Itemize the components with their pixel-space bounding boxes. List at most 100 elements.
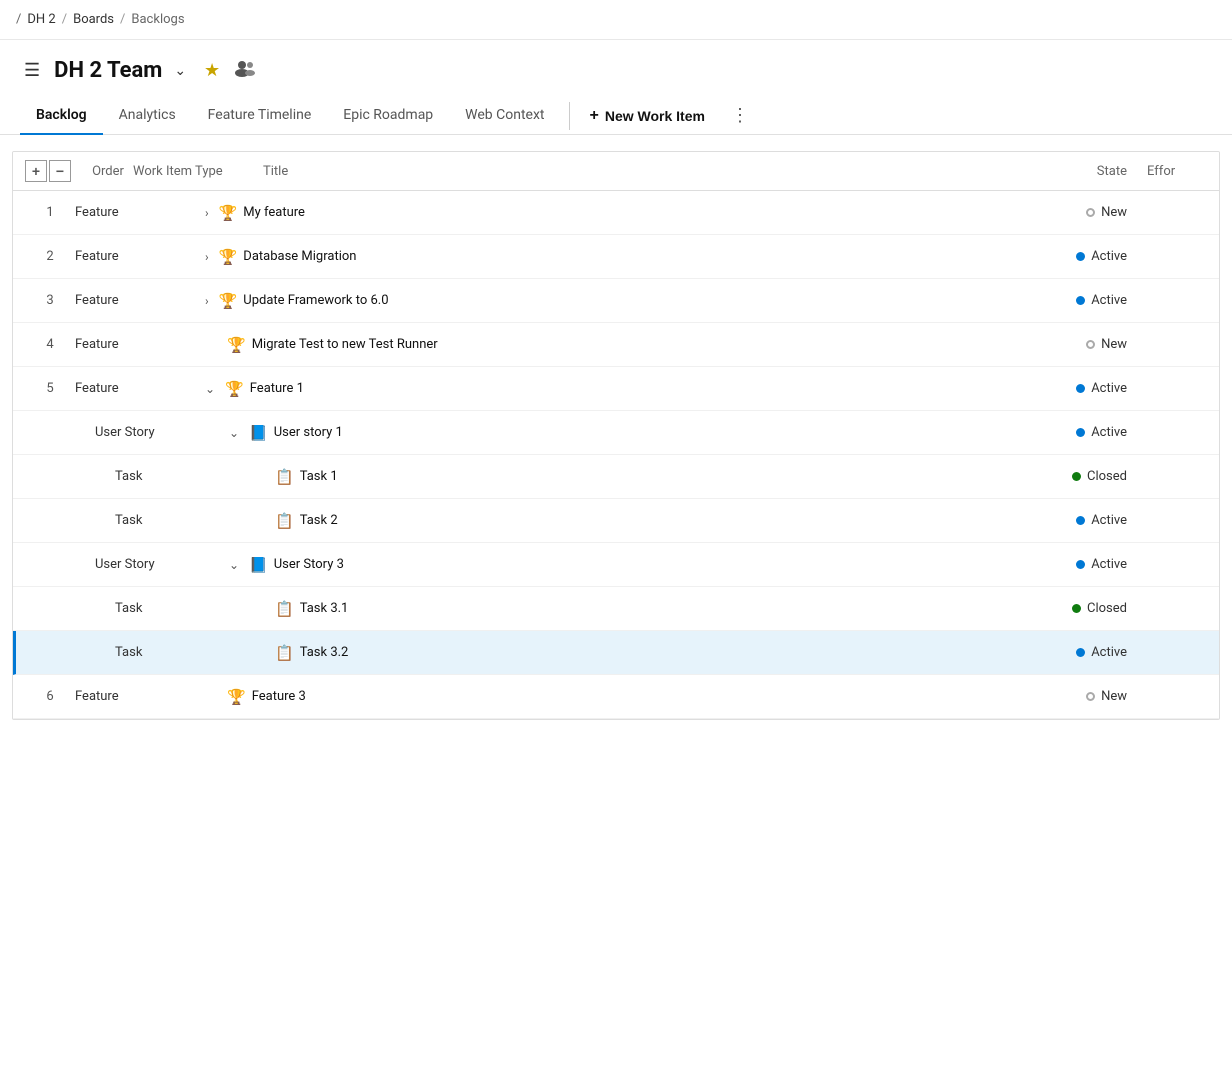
hamburger-icon[interactable]: ☰ bbox=[20, 56, 44, 85]
expand-all-button[interactable]: + bbox=[25, 160, 47, 182]
table-row[interactable]: 4 Feature 🏆 Migrate Test to new Test Run… bbox=[13, 323, 1219, 367]
cell-type: Feature bbox=[75, 337, 205, 352]
tab-web-context[interactable]: Web Context bbox=[449, 97, 560, 135]
state-dot bbox=[1076, 648, 1085, 657]
feature-icon: 🏆 bbox=[219, 248, 238, 266]
cell-state: New bbox=[1007, 205, 1147, 220]
feature-icon: 🏆 bbox=[219, 292, 238, 310]
tab-analytics[interactable]: Analytics bbox=[103, 97, 192, 135]
feature-icon: 🏆 bbox=[219, 204, 238, 222]
team-dropdown-icon[interactable]: ⌄ bbox=[174, 63, 186, 79]
state-dot bbox=[1086, 208, 1095, 217]
cell-state: Active bbox=[1007, 381, 1147, 396]
cell-title[interactable]: ⌄ 📘 User Story 3 bbox=[205, 556, 1007, 574]
cell-title[interactable]: › 🏆 Database Migration bbox=[205, 248, 1007, 266]
tab-bar: Backlog Analytics Feature Timeline Epic … bbox=[0, 97, 1232, 135]
cell-title[interactable]: › 🏆 Update Framework to 6.0 bbox=[205, 292, 1007, 310]
cell-title[interactable]: ⌄ 🏆 Feature 1 bbox=[205, 380, 1007, 398]
cell-title[interactable]: 📋 Task 2 bbox=[205, 512, 1007, 530]
more-options-icon[interactable]: ⋮ bbox=[721, 97, 759, 134]
expand-right-icon[interactable]: › bbox=[205, 294, 209, 308]
cell-title[interactable]: 📋 Task 3.2 bbox=[205, 644, 1007, 662]
breadcrumb-boards[interactable]: Boards bbox=[73, 12, 114, 27]
item-title-text: Feature 1 bbox=[250, 381, 304, 396]
new-work-item-button[interactable]: + New Work Item bbox=[578, 99, 717, 133]
cell-title[interactable]: 📋 Task 3.1 bbox=[205, 600, 1007, 618]
state-label: Active bbox=[1091, 249, 1127, 264]
tab-backlog[interactable]: Backlog bbox=[20, 97, 103, 135]
table-row[interactable]: Task 📋 Task 2 Active bbox=[13, 499, 1219, 543]
cell-title[interactable]: ⌄ 📘 User story 1 bbox=[205, 424, 1007, 442]
item-title-text: User Story 3 bbox=[274, 557, 344, 572]
cell-order: 4 bbox=[25, 337, 75, 352]
cell-title[interactable]: 📋 Task 1 bbox=[205, 468, 1007, 486]
cell-title[interactable]: › 🏆 My feature bbox=[205, 204, 1007, 222]
state-label: New bbox=[1101, 337, 1127, 352]
feature-icon: 🏆 bbox=[225, 380, 244, 398]
table-row[interactable]: Task 📋 Task 3.2 Active bbox=[13, 631, 1219, 675]
table-row[interactable]: User Story ⌄ 📘 User story 1 Active bbox=[13, 411, 1219, 455]
state-label: Active bbox=[1091, 645, 1127, 660]
breadcrumb-sep1: / bbox=[62, 12, 67, 27]
col-header-title: Title bbox=[263, 164, 1007, 179]
state-label: Closed bbox=[1087, 601, 1127, 616]
page-header: ☰ DH 2 Team ⌄ ★ bbox=[0, 40, 1232, 85]
cell-state: Active bbox=[1007, 249, 1147, 264]
team-members-icon[interactable] bbox=[234, 59, 256, 82]
tab-feature-timeline[interactable]: Feature Timeline bbox=[192, 97, 328, 135]
state-dot bbox=[1076, 252, 1085, 261]
expand-down-icon[interactable]: ⌄ bbox=[205, 382, 215, 396]
state-label: Active bbox=[1091, 513, 1127, 528]
table-row[interactable]: 5 Feature ⌄ 🏆 Feature 1 Active bbox=[13, 367, 1219, 411]
cell-title[interactable]: 🏆 Feature 3 bbox=[205, 688, 1007, 706]
backlog-table: + − Order Work Item Type Title State Eff… bbox=[12, 151, 1220, 720]
breadcrumb: / DH 2 / Boards / Backlogs bbox=[0, 0, 1232, 40]
expand-down-icon[interactable]: ⌄ bbox=[229, 558, 239, 572]
item-title-text: Migrate Test to new Test Runner bbox=[252, 337, 438, 352]
cell-state: Active bbox=[1007, 645, 1147, 660]
cell-type: Feature bbox=[75, 381, 205, 396]
cell-order: 5 bbox=[25, 381, 75, 396]
col-header-state: State bbox=[1007, 164, 1147, 179]
table-row[interactable]: 2 Feature › 🏆 Database Migration Active bbox=[13, 235, 1219, 279]
breadcrumb-dh2[interactable]: DH 2 bbox=[27, 12, 55, 27]
table-row[interactable]: Task 📋 Task 1 Closed bbox=[13, 455, 1219, 499]
cell-state: Active bbox=[1007, 557, 1147, 572]
table-row[interactable]: 1 Feature › 🏆 My feature New bbox=[13, 191, 1219, 235]
new-work-item-label: New Work Item bbox=[605, 108, 705, 124]
item-title-text: Feature 3 bbox=[252, 689, 306, 704]
cell-order: 3 bbox=[25, 293, 75, 308]
cell-state: Active bbox=[1007, 293, 1147, 308]
table-row[interactable]: User Story ⌄ 📘 User Story 3 Active bbox=[13, 543, 1219, 587]
state-dot bbox=[1086, 340, 1095, 349]
favorite-star-icon[interactable]: ★ bbox=[204, 60, 220, 81]
breadcrumb-current: Backlogs bbox=[131, 12, 184, 27]
cell-type: Task bbox=[75, 645, 205, 660]
item-title-text: Task 3.2 bbox=[300, 645, 349, 660]
item-title-text: Update Framework to 6.0 bbox=[243, 293, 388, 308]
feature-icon: 🏆 bbox=[227, 336, 246, 354]
expand-down-icon[interactable]: ⌄ bbox=[229, 426, 239, 440]
cell-type: Feature bbox=[75, 293, 205, 308]
state-label: Active bbox=[1091, 293, 1127, 308]
state-dot bbox=[1076, 428, 1085, 437]
item-title-text: Task 2 bbox=[300, 513, 338, 528]
table-row[interactable]: 6 Feature 🏆 Feature 3 New bbox=[13, 675, 1219, 719]
cell-order: 2 bbox=[25, 249, 75, 264]
expand-buttons: + − bbox=[25, 160, 71, 182]
table-row[interactable]: 3 Feature › 🏆 Update Framework to 6.0 Ac… bbox=[13, 279, 1219, 323]
cell-type: Task bbox=[75, 601, 205, 616]
collapse-all-button[interactable]: − bbox=[49, 160, 71, 182]
expand-right-icon[interactable]: › bbox=[205, 206, 209, 220]
task-icon: 📋 bbox=[275, 468, 294, 486]
tab-epic-roadmap[interactable]: Epic Roadmap bbox=[327, 97, 449, 135]
col-header-type: Work Item Type bbox=[133, 164, 263, 179]
state-dot bbox=[1076, 516, 1085, 525]
cell-state: Active bbox=[1007, 513, 1147, 528]
state-label: New bbox=[1101, 689, 1127, 704]
cell-type: Feature bbox=[75, 689, 205, 704]
cell-title[interactable]: 🏆 Migrate Test to new Test Runner bbox=[205, 336, 1007, 354]
col-header-order: Order bbox=[83, 164, 133, 179]
expand-right-icon[interactable]: › bbox=[205, 250, 209, 264]
table-row[interactable]: Task 📋 Task 3.1 Closed bbox=[13, 587, 1219, 631]
